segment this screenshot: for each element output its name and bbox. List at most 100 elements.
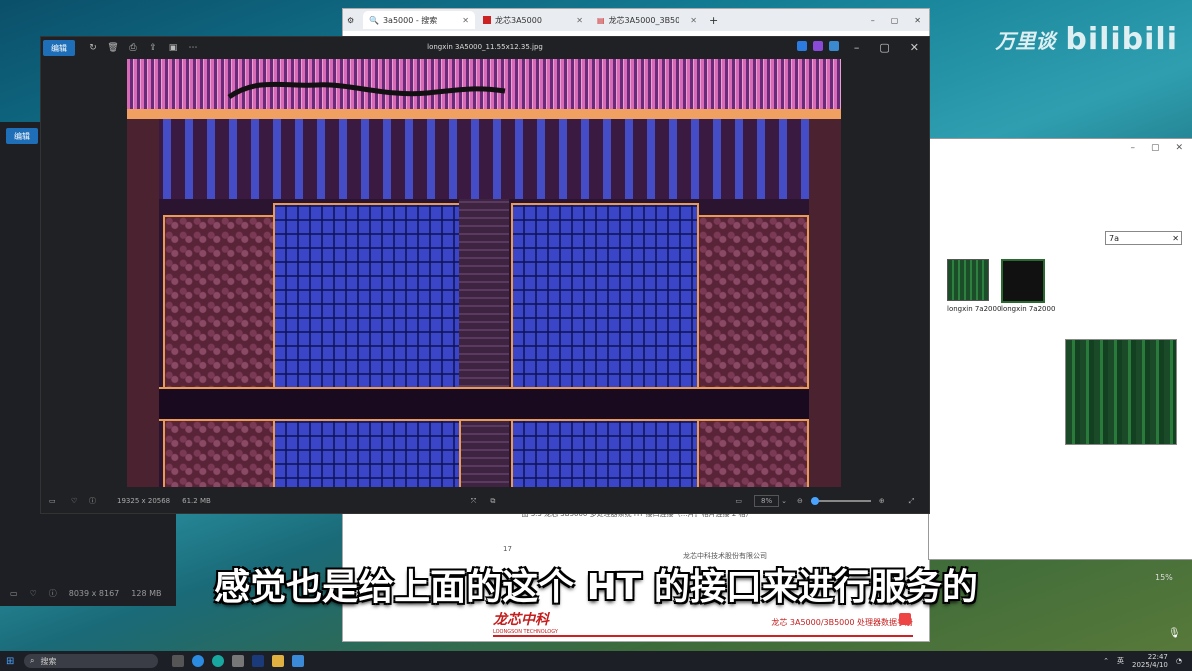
taskbar: ⊞ ⌕ 搜索 ⌃ 英 22:47 2025/4/10 ◔ — [0, 651, 1192, 671]
close-icon[interactable]: ✕ — [910, 41, 919, 54]
close-icon[interactable]: ✕ — [914, 16, 921, 25]
close-icon[interactable]: ✕ — [576, 16, 583, 25]
pdf-page-number: 17 — [503, 545, 512, 553]
right-uncore-block-upper — [697, 215, 809, 389]
maximize-icon[interactable]: ▢ — [879, 41, 889, 54]
folder-icon[interactable] — [272, 655, 284, 667]
close-icon[interactable]: ✕ — [690, 16, 697, 25]
close-icon[interactable]: ✕ — [1175, 143, 1183, 153]
tab-loongson[interactable]: 龙芯3A5000 ✕ — [477, 11, 589, 29]
watermark-brand: bilibili — [1065, 22, 1178, 57]
uncore-region — [127, 119, 841, 199]
filmstrip-icon[interactable]: ▭ — [49, 497, 71, 505]
favorite-icon[interactable]: ♡ — [71, 497, 89, 505]
thumbnail-label: longxin 7a2000 — [947, 305, 1002, 313]
right-io-edge — [809, 119, 841, 487]
tab-label: 龙芯3A5000 — [495, 15, 542, 25]
manual-title: 龙芯 3A5000/3B5000 处理器数据手册 — [771, 617, 913, 627]
zoom-slider[interactable] — [810, 497, 871, 505]
search-icon: ⌕ — [30, 656, 35, 665]
edge-icon[interactable] — [212, 655, 224, 667]
search-icon: 🔍 — [369, 15, 379, 25]
photos-icon[interactable] — [292, 655, 304, 667]
close-icon[interactable]: ✕ — [462, 16, 469, 25]
viewer-app-icons — [797, 41, 839, 51]
cpu-core-1 — [273, 203, 461, 389]
settings-icon[interactable] — [232, 655, 244, 667]
logo-subtext: LOONGSON TECHNOLOGY — [493, 629, 558, 635]
pdf-icon: ▤ — [597, 15, 605, 25]
tab-search[interactable]: 🔍 3a5000 - 搜索 ✕ — [363, 11, 475, 29]
photoshop-icon[interactable] — [252, 655, 264, 667]
browser-tab-strip: ⚙ 🔍 3a5000 - 搜索 ✕ 龙芯3A5000 ✕ ▤ 龙芯3A5000_… — [343, 9, 929, 31]
minimize-icon[interactable]: – — [1130, 143, 1135, 153]
tab-label: 3a5000 - 搜索 — [382, 15, 438, 25]
clock[interactable]: 22:47 2025/4/10 — [1132, 653, 1168, 669]
maximize-icon[interactable]: ▢ — [1151, 143, 1160, 153]
system-tray: ⌃ 英 22:47 2025/4/10 ◔ — [1103, 653, 1192, 669]
acrobat-icon[interactable] — [899, 613, 911, 625]
info-icon[interactable]: ⓘ — [89, 496, 111, 506]
video-subtitle: 感觉也是给上面的这个 HT 的接口来进行服务的 — [214, 567, 978, 608]
fullscreen-icon[interactable]: ⤢ — [909, 497, 915, 506]
explorer-search-input[interactable]: 7a ✕ — [1105, 231, 1182, 245]
chip-die-image — [127, 59, 841, 487]
photo-viewer-window: 编辑 ↻ 🗑 ⎙ ⇪ ▣ ⋯ longxin 3A5000_11.55x12.3… — [40, 36, 930, 514]
viewer-title: longxin 3A5000_11.55x12.35.jpg — [427, 43, 543, 51]
tab-label: 龙芯3A5000_3B5000处理器数据… — [608, 15, 679, 25]
clear-icon[interactable]: ✕ — [1172, 234, 1181, 243]
fit-icon[interactable]: ⤧ — [471, 497, 477, 506]
task-view-icon[interactable] — [172, 655, 184, 667]
preview-image — [1065, 339, 1177, 445]
taskbar-search[interactable]: ⌕ 搜索 — [24, 654, 158, 668]
pen-annotation — [227, 81, 506, 100]
browser-menu-icon[interactable]: ⚙ — [347, 16, 361, 25]
new-tab-button[interactable]: + — [709, 14, 718, 27]
microphone-icon[interactable]: 🎙 — [1168, 628, 1182, 642]
loongson-logo: 龙芯中科 LOONGSON TECHNOLOGY — [493, 609, 558, 635]
minimize-icon[interactable]: – — [854, 41, 860, 54]
cpu-core-3 — [273, 419, 461, 487]
clipchamp-icon[interactable] — [813, 41, 823, 51]
cpu-core-2 — [511, 203, 699, 389]
cpu-core-4 — [511, 419, 699, 487]
pdf-footer: 龙芯中科 LOONGSON TECHNOLOGY 龙芯 3A5000/3B500… — [493, 609, 913, 637]
chevron-up-icon[interactable]: ⌃ — [1103, 657, 1109, 665]
fit-window-icon[interactable]: ▭ — [735, 497, 742, 505]
site-icon — [483, 16, 491, 24]
ime-indicator[interactable]: 英 — [1117, 656, 1124, 666]
minimize-icon[interactable]: – — [871, 16, 875, 25]
thumbnail-7a2000-b[interactable] — [1001, 259, 1045, 303]
notification-icon[interactable]: ◔ — [1176, 657, 1182, 665]
zoom-level[interactable]: 8% — [754, 495, 780, 507]
io-band-divider — [127, 109, 841, 119]
search-placeholder: 搜索 — [40, 656, 57, 666]
zoom-out-icon[interactable]: ⊖ — [797, 497, 803, 505]
thumbnail-7a2000-a[interactable] — [947, 259, 989, 301]
maximize-icon[interactable]: ▢ — [891, 16, 899, 25]
clock-date: 2025/4/10 — [1131, 661, 1168, 669]
edit-button[interactable]: 编辑 — [6, 128, 38, 144]
logo-text: 龙芯中科 — [493, 612, 549, 628]
image-filesize: 61.2 MB — [182, 497, 211, 505]
zoom-slider-thumb[interactable] — [810, 497, 819, 505]
left-io-edge — [127, 119, 159, 487]
designer-icon[interactable] — [797, 41, 807, 51]
start-icon[interactable]: ⊞ — [6, 656, 14, 667]
taskbar-apps — [172, 655, 304, 667]
browser-window-controls: – ▢ ✕ — [871, 16, 929, 25]
thumbnail-label: longxin 7a2000 — [1001, 305, 1056, 313]
crop-icon[interactable]: ⧉ — [490, 497, 495, 506]
tab-pdf[interactable]: ▤ 龙芯3A5000_3B5000处理器数据… ✕ — [591, 11, 703, 29]
chevron-down-icon[interactable]: ⌄ — [781, 497, 787, 505]
left-uncore-block-lower — [163, 419, 275, 487]
explorer-window-controls: – ▢ ✕ — [929, 139, 1192, 157]
right-uncore-block-lower — [697, 419, 809, 487]
cloud-icon[interactable] — [829, 41, 839, 51]
browser-icon[interactable] — [192, 655, 204, 667]
watermark-author: 万里谈 — [995, 29, 1056, 53]
watermark: 万里谈 bilibili — [995, 22, 1178, 57]
middle-bus — [127, 387, 841, 421]
viewer-window-controls: – ▢ ✕ — [854, 41, 919, 54]
zoom-in-icon[interactable]: ⊕ — [879, 497, 885, 505]
